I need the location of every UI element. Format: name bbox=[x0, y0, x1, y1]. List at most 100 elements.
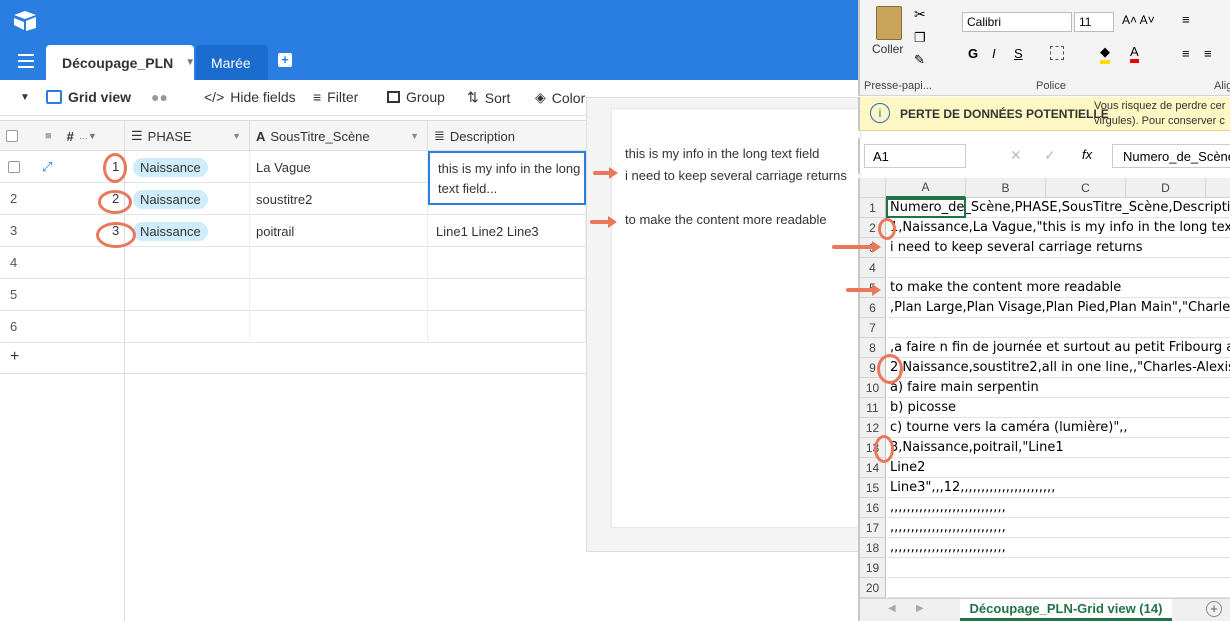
excel-cell[interactable]: a) faire main serpentin bbox=[888, 378, 1230, 398]
excel-cell[interactable]: ,a faire n fin de journée et surtout au … bbox=[888, 338, 1230, 358]
phase-cell[interactable]: Naissance bbox=[125, 183, 250, 215]
expand-record-icon[interactable]: ⤢ bbox=[42, 159, 52, 175]
italic-button[interactable]: I bbox=[992, 46, 996, 61]
text-editor[interactable]: this is my info in the long text field i… bbox=[611, 108, 861, 528]
excel-cell[interactable]: Line2 bbox=[888, 458, 1230, 478]
description-cell[interactable]: Line1 Line2 Line3 bbox=[428, 215, 586, 247]
excel-row-header[interactable]: 4 bbox=[860, 258, 886, 278]
font-size-select[interactable]: 11 bbox=[1074, 12, 1114, 32]
font-color-icon[interactable]: A bbox=[1130, 44, 1139, 63]
bold-button[interactable]: G bbox=[968, 46, 978, 61]
hide-fields-button[interactable]: </> Hide fields bbox=[204, 89, 296, 105]
chevron-down-icon[interactable]: ▼ bbox=[232, 131, 241, 141]
column-header-d[interactable]: D bbox=[1126, 178, 1206, 198]
add-sheet-icon[interactable]: + bbox=[1206, 601, 1222, 617]
excel-cell[interactable]: c) tourne vers la caméra (lumière)",, bbox=[888, 418, 1230, 438]
column-header-a[interactable]: A bbox=[886, 178, 966, 198]
description-cell[interactable] bbox=[428, 279, 586, 311]
column-header-c[interactable]: C bbox=[1046, 178, 1126, 198]
align-center-icon[interactable]: ≡ bbox=[1204, 46, 1212, 61]
fill-color-icon[interactable]: ◆ bbox=[1100, 44, 1110, 64]
grid-view-button[interactable]: Grid view ●● bbox=[46, 89, 168, 105]
excel-cell[interactable]: ,Plan Large,Plan Visage,Plan Pied,Plan M… bbox=[888, 298, 1230, 318]
excel-cell[interactable]: i need to keep several carriage returns bbox=[888, 238, 1230, 258]
select-all-corner[interactable] bbox=[860, 178, 886, 198]
people-icon[interactable]: ●● bbox=[151, 89, 168, 105]
scroll-left-icon[interactable]: ◀ bbox=[888, 603, 896, 614]
excel-row-header[interactable]: 20 bbox=[860, 578, 886, 598]
column-phase[interactable]: ☰ PHASE ▼ bbox=[125, 121, 250, 151]
excel-cell[interactable]: 2,Naissance,soustitre2,all in one line,,… bbox=[888, 358, 1230, 378]
excel-cell[interactable]: to make the content more readable bbox=[888, 278, 1230, 298]
format-painter-icon[interactable]: ✎ bbox=[914, 52, 925, 68]
column-description[interactable]: ≣ Description bbox=[428, 121, 588, 151]
scissors-icon[interactable]: ✂ bbox=[914, 6, 926, 23]
excel-cell[interactable] bbox=[888, 578, 1230, 598]
chevron-down-icon[interactable]: ▼ bbox=[185, 57, 195, 68]
phase-cell[interactable] bbox=[125, 279, 250, 311]
excel-cell[interactable]: 3,Naissance,poitrail,"Line1 bbox=[888, 438, 1230, 458]
cancel-icon[interactable]: ✕ bbox=[1010, 147, 1022, 164]
select-all-checkbox[interactable] bbox=[6, 130, 18, 142]
excel-row-header[interactable]: 16 bbox=[860, 498, 886, 518]
phase-cell[interactable]: Naissance bbox=[125, 151, 250, 183]
tab-maree[interactable]: Marée bbox=[196, 45, 268, 80]
tab-decoupage[interactable]: Découpage_PLN ▼ bbox=[46, 45, 195, 80]
soustitre-cell[interactable]: soustitre2 bbox=[250, 183, 428, 215]
phase-cell[interactable]: Naissance bbox=[125, 215, 250, 247]
underline-button[interactable]: S bbox=[1014, 46, 1023, 61]
excel-cell[interactable]: Numero_de_Scène,PHASE,SousTitre_Scène,De… bbox=[888, 198, 1230, 218]
excel-cell[interactable]: ,,,,,,,,,,,,,,,,,,,,,,,,,,,, bbox=[888, 538, 1230, 558]
soustitre-cell[interactable] bbox=[250, 247, 428, 279]
excel-cell[interactable]: ,,,,,,,,,,,,,,,,,,,,,,,,,,,, bbox=[888, 518, 1230, 538]
description-cell[interactable] bbox=[428, 311, 586, 343]
description-cell[interactable]: this is my info in the long text field..… bbox=[428, 151, 586, 205]
paste-button[interactable]: Coller bbox=[872, 42, 903, 56]
view-collapse-icon[interactable]: ▼ bbox=[20, 92, 30, 103]
column-header-b[interactable]: B bbox=[966, 178, 1046, 198]
excel-row-header[interactable]: 11 bbox=[860, 398, 886, 418]
menu-icon[interactable] bbox=[18, 54, 34, 68]
paste-icon[interactable] bbox=[876, 6, 902, 40]
description-cell[interactable] bbox=[428, 247, 586, 279]
soustitre-cell[interactable] bbox=[250, 311, 428, 343]
add-table-icon[interactable]: + bbox=[278, 53, 292, 67]
phase-cell[interactable] bbox=[125, 311, 250, 343]
excel-cell[interactable]: ,,,,,,,,,,,,,,,,,,,,,,,,,,,, bbox=[888, 498, 1230, 518]
excel-row-header[interactable]: 19 bbox=[860, 558, 886, 578]
grow-font-icon[interactable]: A˄ A˅ bbox=[1122, 13, 1155, 27]
function-icon[interactable]: fx bbox=[1082, 147, 1092, 162]
sheet-tab[interactable]: Découpage_PLN-Grid view (14) bbox=[960, 599, 1172, 621]
soustitre-cell[interactable] bbox=[250, 279, 428, 311]
excel-cell[interactable]: Line3",,,12,,,,,,,,,,,,,,,,,,,,,,, bbox=[888, 478, 1230, 498]
excel-row-header[interactable]: 15 bbox=[860, 478, 886, 498]
excel-cell[interactable]: b) picosse bbox=[888, 398, 1230, 418]
confirm-icon[interactable]: ✓ bbox=[1044, 147, 1056, 164]
color-button[interactable]: ◈ Color bbox=[535, 89, 585, 106]
excel-cell[interactable] bbox=[888, 318, 1230, 338]
excel-cell[interactable]: 1,Naissance,La Vague,"this is my info in… bbox=[888, 218, 1230, 238]
chevron-down-icon[interactable]: ▼ bbox=[410, 131, 419, 141]
font-name-select[interactable]: Calibri bbox=[962, 12, 1072, 32]
group-button[interactable]: Group bbox=[387, 89, 445, 105]
excel-row-header[interactable]: 8 bbox=[860, 338, 886, 358]
align-top-icon[interactable]: ≡ bbox=[1182, 12, 1190, 27]
chevron-down-icon[interactable]: …▼ bbox=[79, 131, 97, 141]
column-soustitre[interactable]: A SousTitre_Scène ▼ bbox=[250, 121, 428, 151]
soustitre-cell[interactable]: La Vague bbox=[250, 151, 428, 183]
formula-input[interactable]: Numero_de_Scène bbox=[1112, 144, 1230, 168]
align-left-icon[interactable]: ≡ bbox=[1182, 46, 1190, 61]
copy-icon[interactable]: ❐ bbox=[914, 30, 926, 46]
excel-row-header[interactable]: 7 bbox=[860, 318, 886, 338]
add-record-button[interactable]: + bbox=[10, 348, 19, 366]
row-checkbox[interactable] bbox=[8, 161, 20, 173]
airtable-logo-icon[interactable] bbox=[12, 10, 38, 32]
excel-cell[interactable] bbox=[888, 258, 1230, 278]
column-header-e[interactable] bbox=[1206, 178, 1230, 198]
excel-cell[interactable] bbox=[888, 558, 1230, 578]
scroll-right-icon[interactable]: ▶ bbox=[916, 603, 924, 614]
excel-row-header[interactable]: 18 bbox=[860, 538, 886, 558]
sort-button[interactable]: ⇅ Sort bbox=[467, 89, 510, 106]
excel-row-header[interactable]: 6 bbox=[860, 298, 886, 318]
name-box[interactable]: A1 bbox=[864, 144, 966, 168]
